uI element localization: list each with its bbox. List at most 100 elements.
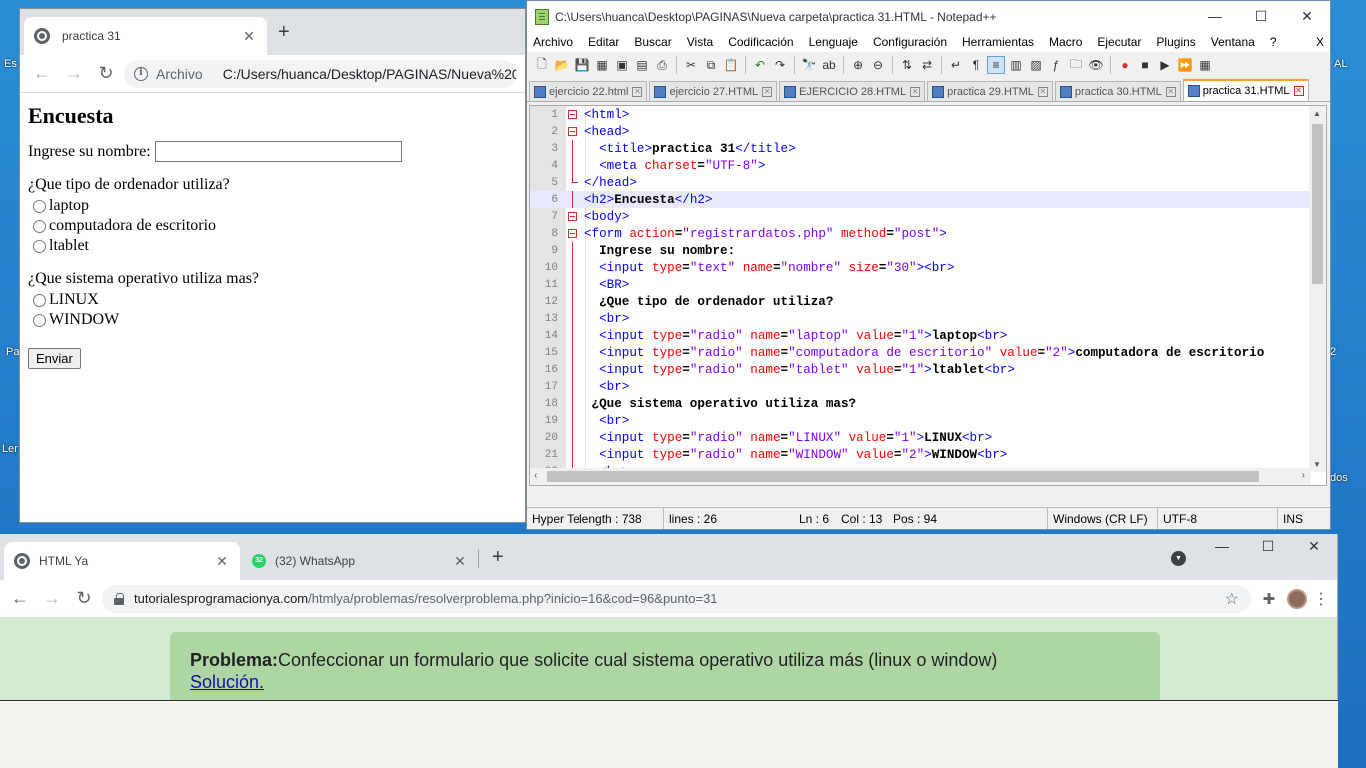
- minimize-icon[interactable]: —: [1192, 8, 1238, 25]
- doc-tab[interactable]: EJERCICIO 28.HTML ✕: [779, 81, 926, 101]
- lock-icon[interactable]: [114, 592, 124, 605]
- new-file-icon[interactable]: 🗋: [533, 56, 551, 74]
- close-file-icon[interactable]: ▣: [613, 56, 631, 74]
- radio-option-laptop[interactable]: laptop: [28, 196, 517, 216]
- close-tab-icon[interactable]: ✕: [1293, 86, 1304, 96]
- vertical-scrollbar[interactable]: ▲ ▼: [1309, 106, 1326, 472]
- code-line[interactable]: 2 <head>: [530, 123, 1312, 140]
- fold-toggle-icon[interactable]: [562, 212, 582, 221]
- tab-search-icon[interactable]: ▼: [1171, 551, 1186, 566]
- horizontal-scrollbar[interactable]: ‹ ›: [530, 468, 1311, 485]
- replace-icon[interactable]: ab: [820, 56, 838, 74]
- menu-macro[interactable]: Macro: [1049, 35, 1082, 49]
- scroll-thumb[interactable]: [1312, 124, 1323, 284]
- document-map-icon[interactable]: ▨: [1027, 56, 1045, 74]
- radio-option-desktop[interactable]: computadora de escritorio: [28, 216, 517, 236]
- menu-ventana[interactable]: Ventana: [1211, 35, 1255, 49]
- code-line[interactable]: 8 <form action = "registrardatos.php" metho…: [530, 225, 1312, 242]
- open-file-icon[interactable]: 📂: [553, 56, 571, 74]
- code-line[interactable]: 19 <br>: [530, 412, 1312, 429]
- desktop-icon-label[interactable]: Pa: [6, 346, 19, 358]
- menu-kebab-icon[interactable]: ⋮: [1311, 589, 1331, 609]
- menu-ejecutar[interactable]: Ejecutar: [1097, 35, 1141, 49]
- forward-arrow-icon[interactable]: →: [38, 585, 66, 613]
- udl-icon[interactable]: ▥: [1007, 56, 1025, 74]
- menu-vista[interactable]: Vista: [687, 35, 713, 49]
- close-icon[interactable]: ✕: [1284, 8, 1330, 25]
- address-bar[interactable]: i Archivo C:/Users/huanca/Desktop/PAGINA…: [124, 59, 517, 88]
- doc-tab[interactable]: practica 30.HTML ✕: [1054, 81, 1181, 101]
- code-line[interactable]: 11 <BR>: [530, 276, 1312, 293]
- scroll-right-icon[interactable]: ›: [1302, 470, 1305, 481]
- word-wrap-icon[interactable]: ↵: [947, 56, 965, 74]
- menu-help[interactable]: ?: [1270, 35, 1277, 49]
- doc-tab[interactable]: ejercicio 22.html ✕: [529, 81, 648, 101]
- redo-icon[interactable]: ↷: [771, 56, 789, 74]
- folder-workspace-icon[interactable]: 🗀: [1067, 56, 1085, 74]
- sync-vertical-icon[interactable]: ⇅: [898, 56, 916, 74]
- play-macro-icon[interactable]: ▶: [1156, 56, 1174, 74]
- code-line[interactable]: 9 Ingrese su nombre:: [530, 242, 1312, 259]
- code-line[interactable]: 3 <title>practica 31</title>: [530, 140, 1312, 157]
- menu-editar[interactable]: Editar: [588, 35, 619, 49]
- submit-button[interactable]: Enviar: [28, 348, 81, 369]
- desktop-icon-label[interactable]: AL: [1334, 58, 1347, 70]
- solution-link[interactable]: Solución.: [190, 672, 1140, 693]
- close-tab-icon[interactable]: ✕: [632, 86, 643, 97]
- code-line[interactable]: 17 <br>: [530, 378, 1312, 395]
- radio-option-window[interactable]: WINDOW: [28, 310, 517, 330]
- radio-button[interactable]: [33, 239, 46, 253]
- close-tab-icon[interactable]: ✕: [452, 553, 468, 570]
- code-line[interactable]: 1 <html>: [530, 106, 1312, 123]
- close-tab-icon[interactable]: ✕: [214, 553, 230, 570]
- radio-button[interactable]: [33, 219, 46, 233]
- radio-option-tablet[interactable]: ltablet: [28, 236, 517, 256]
- minimize-icon[interactable]: —: [1199, 538, 1245, 555]
- code-line[interactable]: 21 <input type="radio" name="WINDOW" val…: [530, 446, 1312, 463]
- radio-button[interactable]: [33, 199, 46, 213]
- code-line[interactable]: 7 <body>: [530, 208, 1312, 225]
- indent-guide-icon[interactable]: ≡: [987, 56, 1005, 74]
- scroll-down-icon[interactable]: ▼: [1313, 460, 1321, 469]
- desktop-icon-label[interactable]: dos: [1330, 472, 1348, 484]
- code-editor[interactable]: 1 <html> 2 <head> 3 <title>practica 31</titl…: [529, 105, 1327, 486]
- stop-macro-icon[interactable]: ■: [1136, 56, 1154, 74]
- zoom-out-icon[interactable]: ⊖: [869, 56, 887, 74]
- tab-html-ya[interactable]: HTML Ya ✕: [4, 542, 240, 580]
- new-tab-button[interactable]: +: [492, 546, 504, 569]
- address-url[interactable]: C:/Users/huanca/Desktop/PAGINAS/Nueva%20…: [223, 66, 517, 82]
- doc-tab[interactable]: practica 29.HTML ✕: [927, 81, 1053, 101]
- code-line[interactable]: 16 <input type="radio" name="tablet" val…: [530, 361, 1312, 378]
- extensions-puzzle-icon[interactable]: ✚: [1255, 585, 1283, 613]
- function-list-icon[interactable]: ƒ: [1047, 56, 1065, 74]
- scroll-left-icon[interactable]: ‹: [534, 470, 537, 481]
- back-arrow-icon[interactable]: ←: [28, 60, 56, 88]
- zoom-in-icon[interactable]: ⊕: [849, 56, 867, 74]
- paste-icon[interactable]: 📋: [722, 56, 740, 74]
- monitoring-icon[interactable]: 👁: [1087, 56, 1105, 74]
- maximize-icon[interactable]: ☐: [1238, 8, 1284, 25]
- undo-icon[interactable]: ↶: [751, 56, 769, 74]
- address-bar[interactable]: tutorialesprogramacionya.com/htmlya/prob…: [102, 584, 1251, 613]
- name-input[interactable]: [154, 141, 402, 162]
- forward-arrow-icon[interactable]: →: [60, 60, 88, 88]
- close-tab-icon[interactable]: ✕: [1165, 86, 1176, 97]
- tab-whatsapp[interactable]: 32 (32) WhatsApp ✕: [242, 542, 478, 580]
- menu-archivo[interactable]: Archivo: [533, 35, 573, 49]
- menu-buscar[interactable]: Buscar: [634, 35, 671, 49]
- show-all-chars-icon[interactable]: ¶: [967, 56, 985, 74]
- code-line[interactable]: 13 <br>: [530, 310, 1312, 327]
- profile-avatar[interactable]: [1287, 588, 1307, 609]
- code-line[interactable]: 14 <input type="radio" name="laptop" val…: [530, 327, 1312, 344]
- close-icon[interactable]: ✕: [1291, 538, 1337, 555]
- close-tab-icon[interactable]: ✕: [910, 86, 921, 97]
- save-icon[interactable]: 💾: [573, 56, 591, 74]
- menu-plugins[interactable]: Plugins: [1156, 35, 1195, 49]
- new-tab-button[interactable]: +: [278, 21, 290, 44]
- menu-codificacion[interactable]: Codificación: [728, 35, 793, 49]
- close-tab-icon[interactable]: ✕: [1037, 86, 1048, 97]
- record-macro-icon[interactable]: ●: [1116, 56, 1134, 74]
- back-arrow-icon[interactable]: ←: [6, 585, 34, 613]
- doc-tab[interactable]: ejercicio 27.HTML ✕: [649, 81, 778, 101]
- close-tab-icon[interactable]: ✕: [762, 86, 773, 97]
